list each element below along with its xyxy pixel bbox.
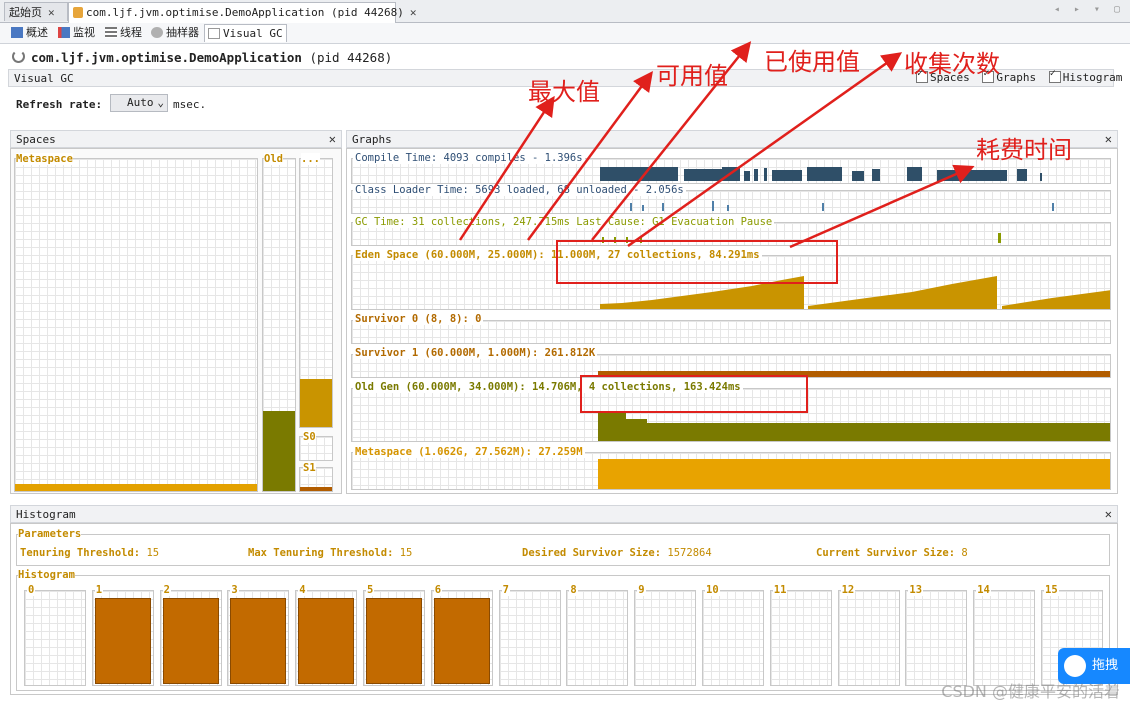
histogram-bucket — [702, 590, 764, 686]
histogram-bar — [162, 598, 219, 684]
param-current-survivor-size: Current Survivor Size: 8 — [816, 547, 968, 559]
histogram-bucket — [566, 590, 629, 686]
histogram-bucket-label: 10 — [705, 584, 720, 596]
histogram-bucket — [363, 590, 425, 686]
param-value: 15 — [399, 547, 413, 559]
histogram-bucket — [769, 590, 832, 686]
param-label: Desired Survivor Size: — [522, 547, 662, 559]
histogram-bucket — [159, 590, 222, 686]
param-label: Max Tenuring Threshold: — [248, 547, 394, 559]
parameters-title: Parameters — [18, 528, 82, 540]
histogram-bar — [366, 598, 422, 684]
param-value: 8 — [961, 547, 968, 559]
annotation-used: 已使用值 — [764, 48, 860, 76]
histogram-bucket-label: 4 — [298, 584, 307, 596]
annotation-max: 最大值 — [528, 78, 600, 106]
histogram-bucket-label: 15 — [1044, 584, 1059, 596]
histogram-bucket-label: 5 — [366, 584, 375, 596]
histogram-bucket — [837, 590, 900, 686]
histogram-bucket — [498, 590, 561, 686]
histogram-bucket — [227, 590, 290, 686]
histogram-title: Histogram — [16, 508, 76, 521]
histogram-bucket-label: 8 — [569, 584, 578, 596]
histogram-bucket — [91, 590, 154, 686]
histogram-bucket-label: 6 — [433, 584, 443, 596]
param-max-tenuring-threshold: Max Tenuring Threshold: 15 — [248, 547, 412, 559]
share-icon — [1064, 654, 1086, 677]
close-icon[interactable]: ✕ — [1105, 506, 1112, 523]
param-value: 1572864 — [667, 547, 712, 559]
histogram-bucket-label: 0 — [27, 584, 36, 596]
param-tenuring-threshold: Tenuring Threshold: 15 — [20, 547, 159, 559]
histogram-bucket-label: 3 — [230, 584, 239, 596]
histogram-bucket-label: 9 — [637, 584, 646, 596]
histogram-bucket — [973, 590, 1036, 686]
histogram-bar — [230, 598, 287, 684]
histogram-bucket — [295, 590, 358, 686]
param-label: Current Survivor Size: — [816, 547, 956, 559]
histogram-bar — [433, 598, 490, 684]
histogram-bucket-label: 14 — [976, 584, 991, 596]
param-value: 15 — [146, 547, 160, 559]
histogram-bar — [298, 598, 355, 684]
histogram-panel-header: Histogram ✕ — [10, 505, 1118, 523]
watermark: CSDN @健康平安的活着 — [941, 682, 1120, 701]
param-desired-survivor-size: Desired Survivor Size: 1572864 — [522, 547, 712, 559]
annotation-time: 耗费时间 — [976, 136, 1072, 164]
histogram-bucket — [430, 590, 493, 686]
histogram-bucket-label: 13 — [908, 584, 924, 596]
histogram-bucket — [905, 590, 968, 686]
annotation-available: 可用值 — [656, 62, 728, 90]
histogram-bucket — [24, 590, 86, 686]
histogram-bucket-label: 7 — [501, 584, 510, 596]
histogram-bucket-label: 12 — [840, 584, 856, 596]
histogram-bucket-label: 1 — [94, 584, 104, 596]
histogram-bucket-label: 11 — [772, 584, 788, 596]
histogram-chart-title: Histogram — [18, 569, 75, 581]
annotation-count: 收集次数 — [904, 50, 1000, 78]
param-label: Tenuring Threshold: — [20, 547, 141, 559]
histogram-bucket-label: 2 — [162, 584, 171, 596]
histogram-bucket — [634, 590, 697, 686]
widget-label: 拖拽 — [1092, 658, 1119, 673]
histogram-bar — [94, 598, 151, 684]
